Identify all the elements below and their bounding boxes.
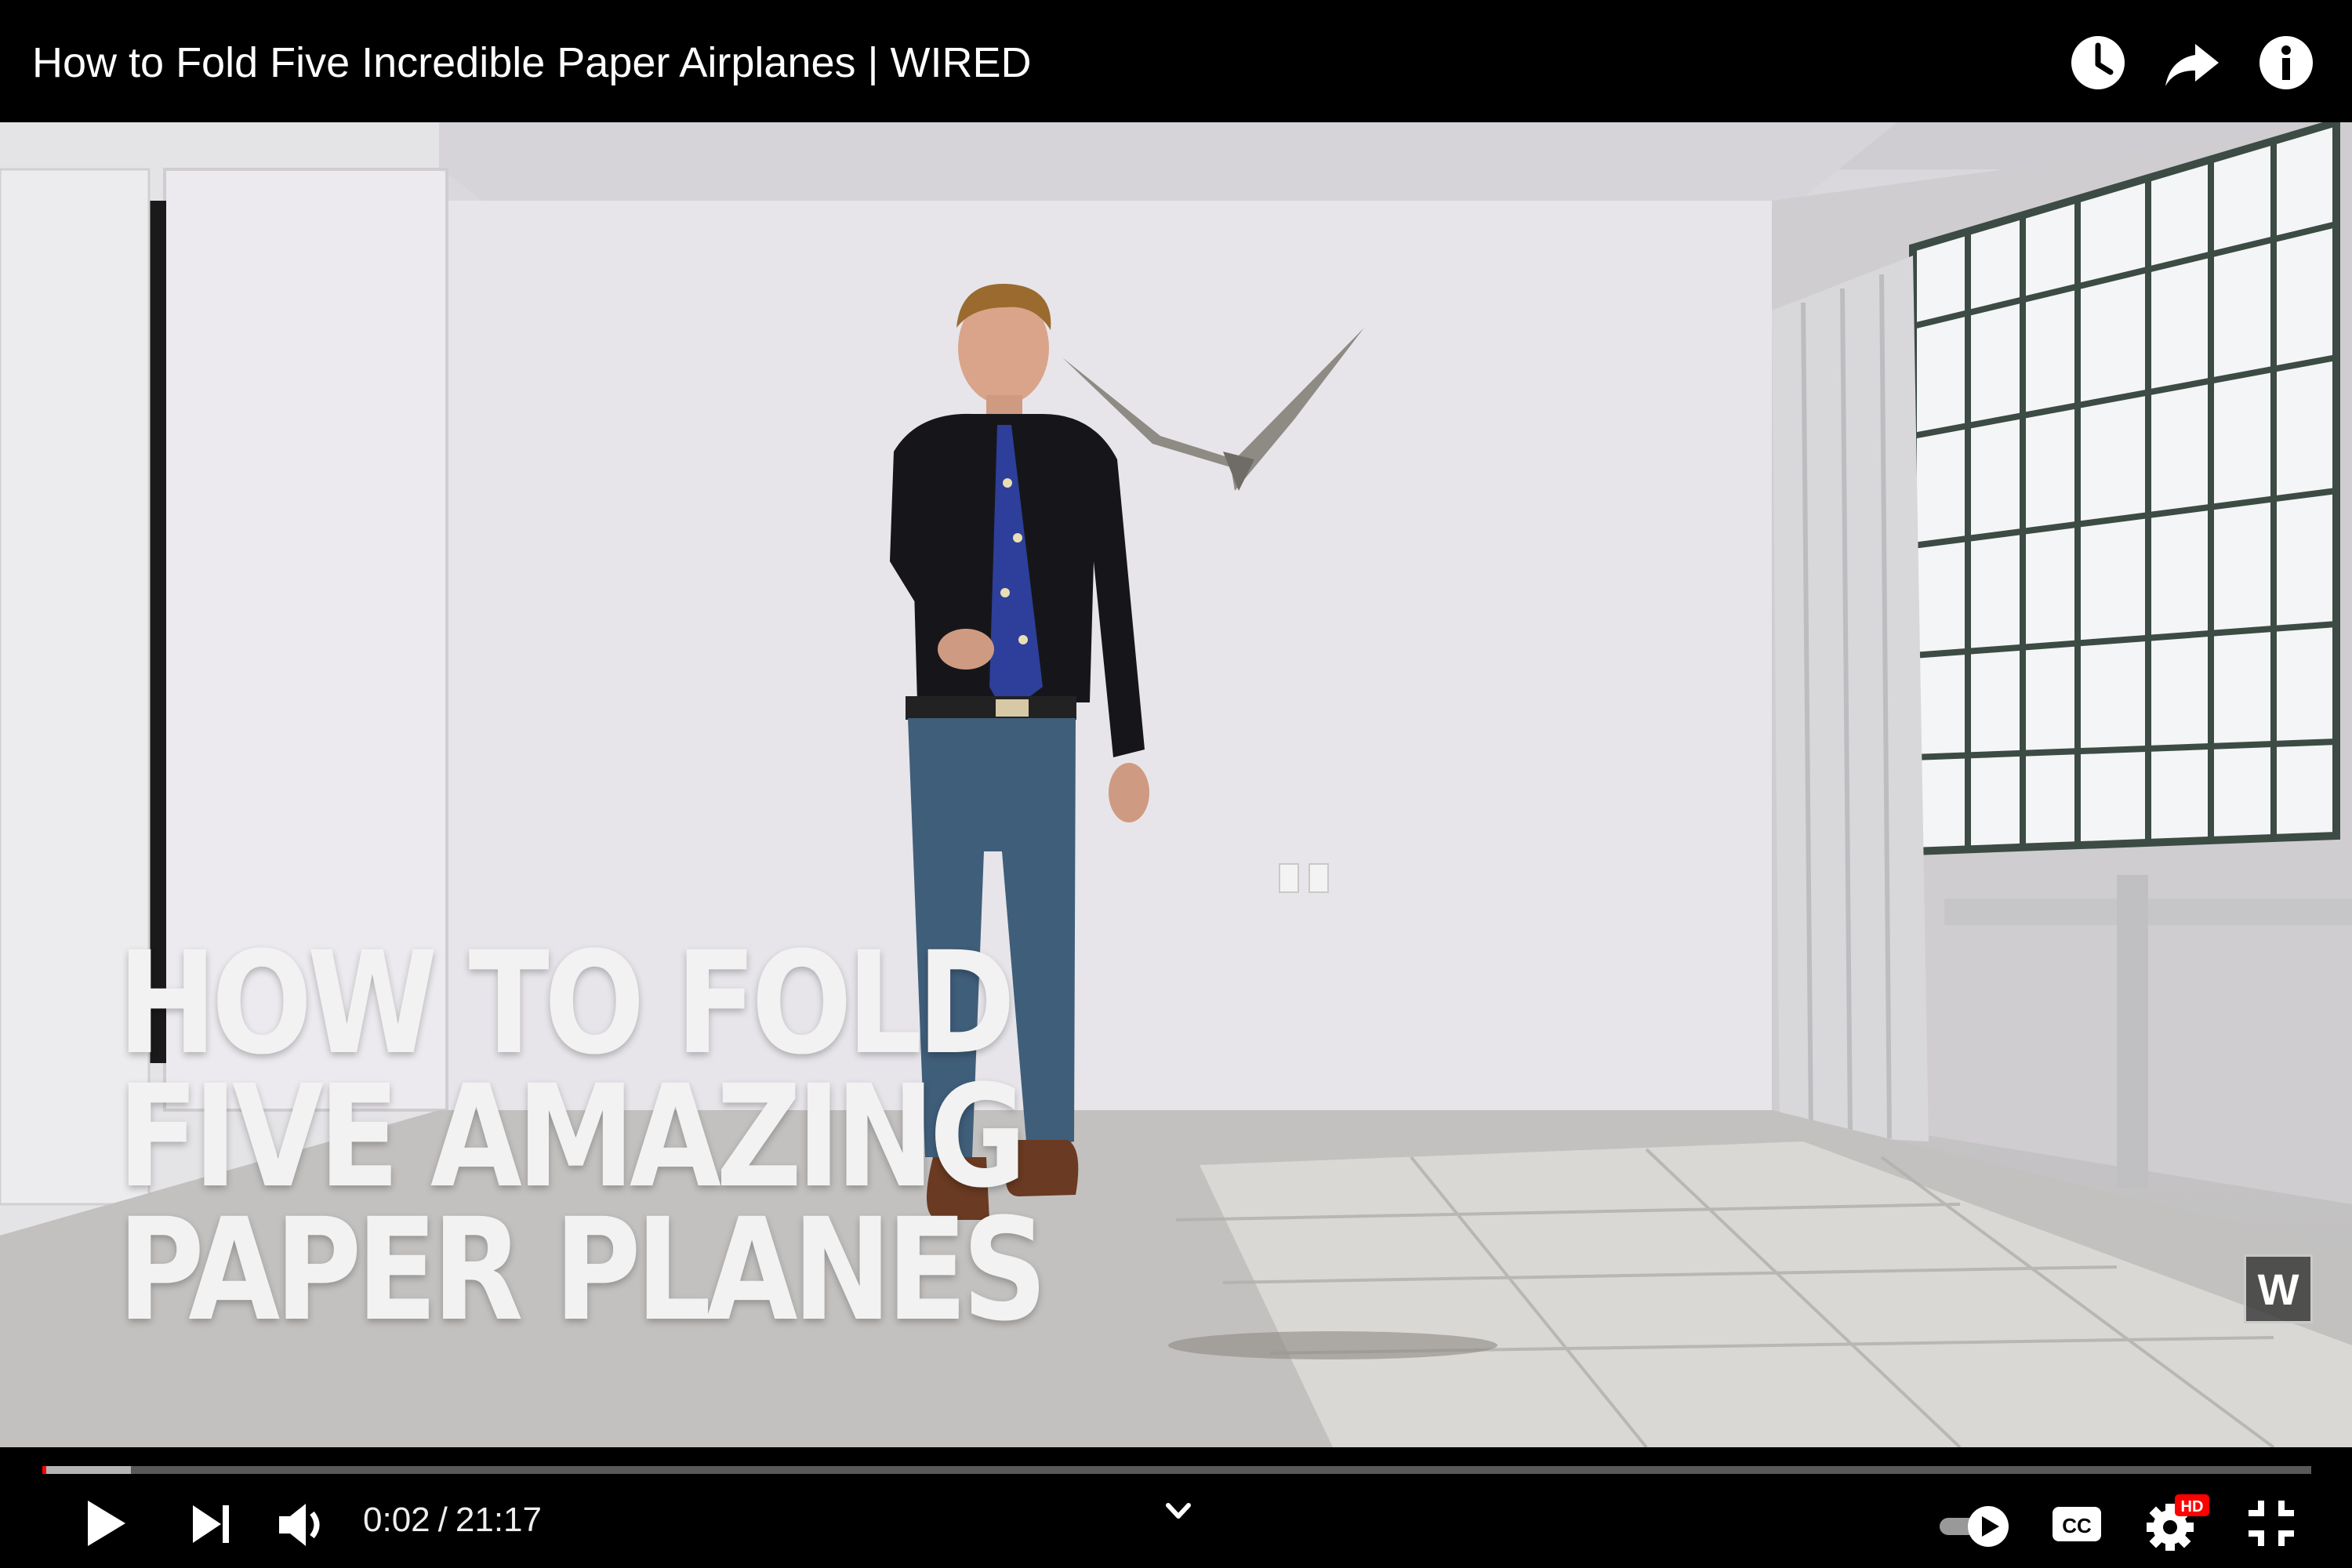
volume-icon[interactable] [274, 1497, 329, 1552]
video-frame[interactable]: HOW TO FOLD FIVE AMAZING PAPER PLANES [0, 122, 2352, 1447]
time-display: 0:02/21:17 [363, 1496, 542, 1544]
progress-played [42, 1466, 46, 1474]
quality-badge: HD [2181, 1498, 2204, 1515]
share-icon[interactable] [2161, 31, 2223, 94]
time-separator: / [437, 1501, 448, 1539]
overlay-line: FIVE AMAZING [118, 1055, 1027, 1219]
current-time: 0:02 [363, 1501, 430, 1539]
settings-icon[interactable]: HD [2140, 1493, 2211, 1554]
captions-label: CC [2062, 1514, 2092, 1537]
autoplay-toggle-icon[interactable] [1936, 1502, 2012, 1549]
progress-bar[interactable] [42, 1466, 2311, 1474]
watch-later-icon[interactable] [2067, 31, 2129, 94]
chevron-down-icon[interactable] [1159, 1496, 1198, 1527]
overlay-line: HOW TO FOLD [118, 922, 1015, 1086]
captions-icon[interactable]: CC [2049, 1501, 2104, 1548]
overlay-line: PAPER PLANES [118, 1189, 1047, 1352]
duration: 21:17 [455, 1501, 542, 1539]
progress-buffered [42, 1466, 131, 1474]
info-icon[interactable] [2255, 31, 2318, 94]
top-bar: How to Fold Five Incredible Paper Airpla… [0, 0, 2352, 122]
play-icon[interactable] [77, 1496, 132, 1551]
video-title[interactable]: How to Fold Five Incredible Paper Airpla… [32, 34, 1032, 91]
video-overlay-title: HOW TO FOLD FIVE AMAZING PAPER PLANES [118, 922, 1047, 1352]
channel-watermark[interactable]: W [2244, 1254, 2313, 1323]
player-controls: 0:02/21:17 CC HD [0, 1447, 2352, 1568]
next-icon[interactable] [185, 1499, 235, 1549]
exit-fullscreen-icon[interactable] [2244, 1496, 2299, 1551]
